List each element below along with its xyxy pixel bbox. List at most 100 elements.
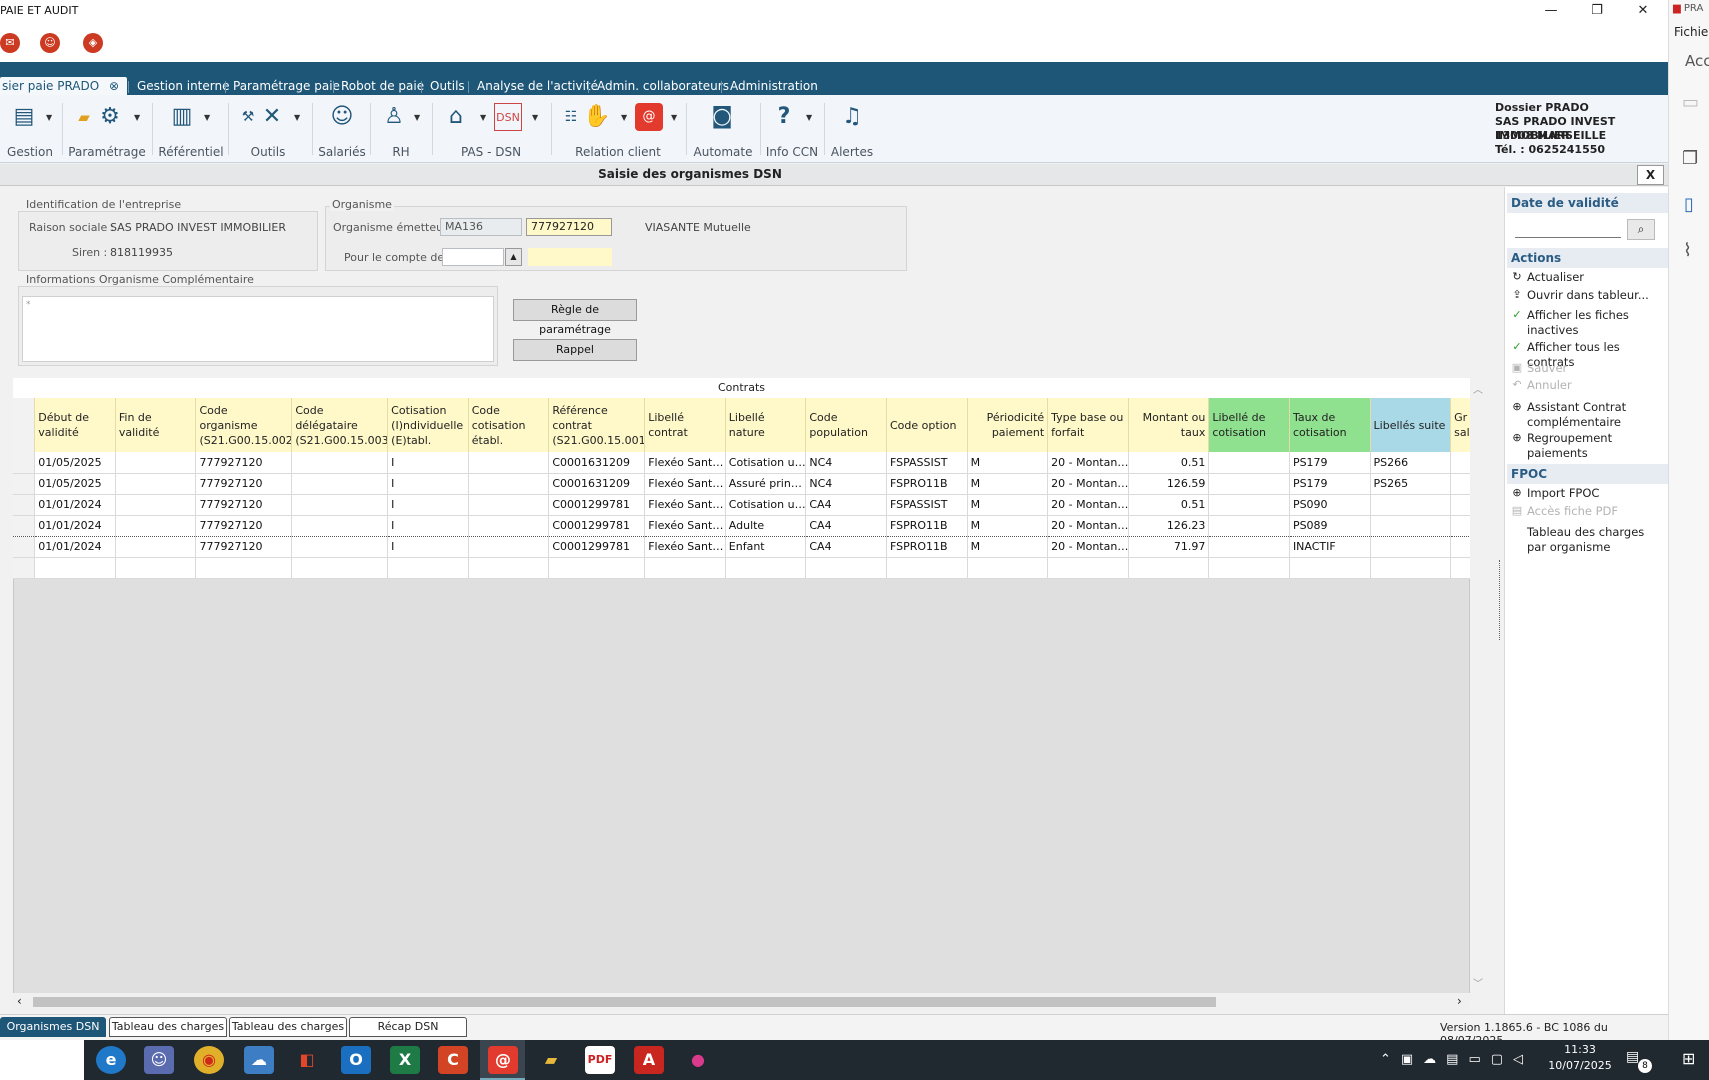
table-cell[interactable]	[115, 452, 197, 474]
cloud-icon[interactable]: ☁	[244, 1046, 274, 1074]
row-selector[interactable]	[13, 494, 36, 516]
table-cell[interactable]: M	[967, 452, 1049, 474]
app-red-icon[interactable]: C	[438, 1046, 468, 1074]
table-cell[interactable]: 777927120	[195, 514, 293, 537]
table-cell[interactable]	[1450, 536, 1470, 558]
table-cell[interactable]: PS265	[1370, 473, 1452, 495]
table-cell[interactable]	[725, 557, 807, 579]
column-header[interactable]: Type base ou forfait	[1047, 398, 1129, 452]
table-cell[interactable]: Flexéo Sant…	[644, 494, 726, 516]
action-regroupement[interactable]: ⊕ Regroupement paiements	[1507, 431, 1667, 461]
column-header[interactable]: Montant ou taux	[1128, 398, 1210, 452]
table-cell[interactable]: I	[387, 473, 469, 495]
action-sauver[interactable]: ▣ Sauver	[1507, 361, 1667, 376]
column-header[interactable]: Code population	[805, 398, 887, 452]
table-cell[interactable]: 20 - Montan…	[1047, 536, 1129, 558]
table-cell[interactable]	[1208, 557, 1290, 579]
action-afficher-inactives[interactable]: ✓ Afficher les fiches inactives	[1507, 308, 1667, 338]
table-cell[interactable]: M	[967, 514, 1049, 537]
row-selector[interactable]	[13, 557, 36, 579]
ribbon-relation-client[interactable]: ☷ ✋ ▼ @ ▼ Relation client	[555, 95, 681, 163]
tab-recap-dsn[interactable]: Récap DSN	[349, 1017, 467, 1037]
row-selector[interactable]	[13, 473, 36, 495]
table-cell[interactable]: Enfant	[725, 536, 807, 558]
user-icon[interactable]: ☺	[40, 33, 60, 53]
table-cell[interactable]	[468, 473, 550, 495]
table-row[interactable]: 01/05/2025 777927120 I C0001631209 Flexéo Sa…	[13, 473, 1470, 495]
ribbon-alertes[interactable]: ♫ Alertes	[828, 95, 876, 163]
action-actualiser[interactable]: ↻ Actualiser	[1507, 270, 1667, 285]
table-cell[interactable]	[1450, 473, 1470, 495]
date-validite-input[interactable]	[1515, 220, 1621, 238]
ribbon-pas-dsn[interactable]: ⌂ ▼ DSN ▼ PAS - DSN	[436, 95, 546, 163]
fpoc-import[interactable]: ⊕ Import FPOC	[1507, 486, 1667, 501]
table-cell[interactable]	[34, 557, 116, 579]
ribbon-rh[interactable]: ♙ ▼ RH	[374, 95, 428, 163]
table-cell[interactable]: 777927120	[195, 494, 293, 516]
table-cell[interactable]	[291, 557, 389, 579]
notification-icon[interactable]: ▤	[1626, 1049, 1639, 1065]
table-cell[interactable]	[1450, 557, 1470, 579]
table-cell[interactable]	[291, 494, 389, 516]
column-header[interactable]: Cotisation (I)ndividuelle (E)tabl.	[387, 398, 469, 452]
windows-icon[interactable]: ⊞	[1682, 1049, 1695, 1068]
table-cell[interactable]	[1450, 514, 1470, 537]
table-cell[interactable]	[468, 514, 550, 537]
ribbon-gestion[interactable]: ▤ ▼ Gestion	[0, 95, 60, 163]
compte-name-field[interactable]	[528, 248, 612, 266]
table-cell[interactable]: C0001299781	[548, 514, 646, 537]
table-cell[interactable]: I	[387, 536, 469, 558]
table-cell[interactable]: C0001631209	[548, 452, 646, 474]
table-cell[interactable]	[1450, 494, 1470, 516]
table-cell[interactable]: 777927120	[195, 473, 293, 495]
table-cell[interactable]: 01/01/2024	[34, 536, 116, 558]
table-cell[interactable]: 20 - Montan…	[1047, 473, 1129, 495]
fpoc-tableau-charges[interactable]: Tableau des charges par organisme	[1507, 525, 1667, 555]
table-cell[interactable]	[1450, 452, 1470, 474]
table-cell[interactable]	[1208, 452, 1290, 474]
compte-lookup-button[interactable]: ▲	[505, 248, 522, 266]
column-header[interactable]: Gr sal	[1450, 398, 1470, 452]
table-cell[interactable]	[195, 557, 293, 579]
table-cell[interactable]	[1208, 514, 1290, 537]
table-cell[interactable]: PS179	[1289, 452, 1371, 474]
table-cell[interactable]	[291, 473, 389, 495]
table-cell[interactable]: I	[387, 514, 469, 537]
table-cell[interactable]: 126.23	[1128, 514, 1210, 537]
action-assistant-contrat[interactable]: ⊕ Assistant Contrat complémentaire	[1507, 400, 1667, 430]
table-cell[interactable]	[387, 557, 469, 579]
table-cell[interactable]	[291, 452, 389, 474]
tab-dossier[interactable]: sier paie PRADO ⊗	[0, 77, 128, 95]
close-screen-button[interactable]: X	[1637, 165, 1664, 185]
table-cell[interactable]: Flexéo Sant…	[644, 473, 726, 495]
table-row[interactable]: 01/01/2024 777927120 I C0001299781 Flexéo Sa…	[13, 514, 1470, 537]
column-header[interactable]: Libellé de cotisation	[1208, 398, 1290, 452]
table-cell[interactable]: 20 - Montan…	[1047, 514, 1129, 537]
row-selector[interactable]	[13, 514, 36, 537]
column-header[interactable]: Libellé contrat	[644, 398, 726, 452]
table-cell[interactable]: C0001299781	[548, 494, 646, 516]
ribbon-info-ccn[interactable]: ? ▼ Info CCN	[764, 95, 820, 163]
tab-tableau-charges-1[interactable]: Tableau des charges	[109, 1017, 227, 1037]
table-cell[interactable]	[1370, 514, 1452, 537]
column-header[interactable]: Code cotisation établ.	[468, 398, 550, 452]
table-cell[interactable]: CA4	[805, 536, 887, 558]
column-header[interactable]: Libellés suite	[1370, 398, 1452, 452]
tab-tableau-charges-2[interactable]: Tableau des charges	[229, 1017, 347, 1037]
menu-gestion-interne[interactable]: Gestion interne	[137, 77, 229, 95]
close-window-button[interactable]: ✕	[1620, 0, 1666, 22]
info-textarea[interactable]: *	[22, 296, 494, 362]
table-cell[interactable]	[1208, 494, 1290, 516]
table-cell[interactable]	[115, 536, 197, 558]
acrobat-icon[interactable]: A	[634, 1046, 664, 1074]
table-cell[interactable]	[1128, 557, 1210, 579]
ribbon-salaries[interactable]: ☺ Salariés	[316, 95, 368, 163]
table-cell[interactable]	[1370, 494, 1452, 516]
column-header[interactable]: Taux de cotisation	[1289, 398, 1371, 452]
menu-admin-collaborateurs[interactable]: Admin. collaborateurs	[597, 77, 729, 95]
scroll-down-icon[interactable]: ﹀	[1473, 975, 1483, 990]
bookmark-icon[interactable]: ▯	[1684, 194, 1694, 215]
column-header[interactable]: Référence contrat (S21.G00.15.001)	[548, 398, 646, 452]
column-header[interactable]: Code option	[886, 398, 968, 452]
minimize-button[interactable]: —	[1528, 0, 1574, 22]
